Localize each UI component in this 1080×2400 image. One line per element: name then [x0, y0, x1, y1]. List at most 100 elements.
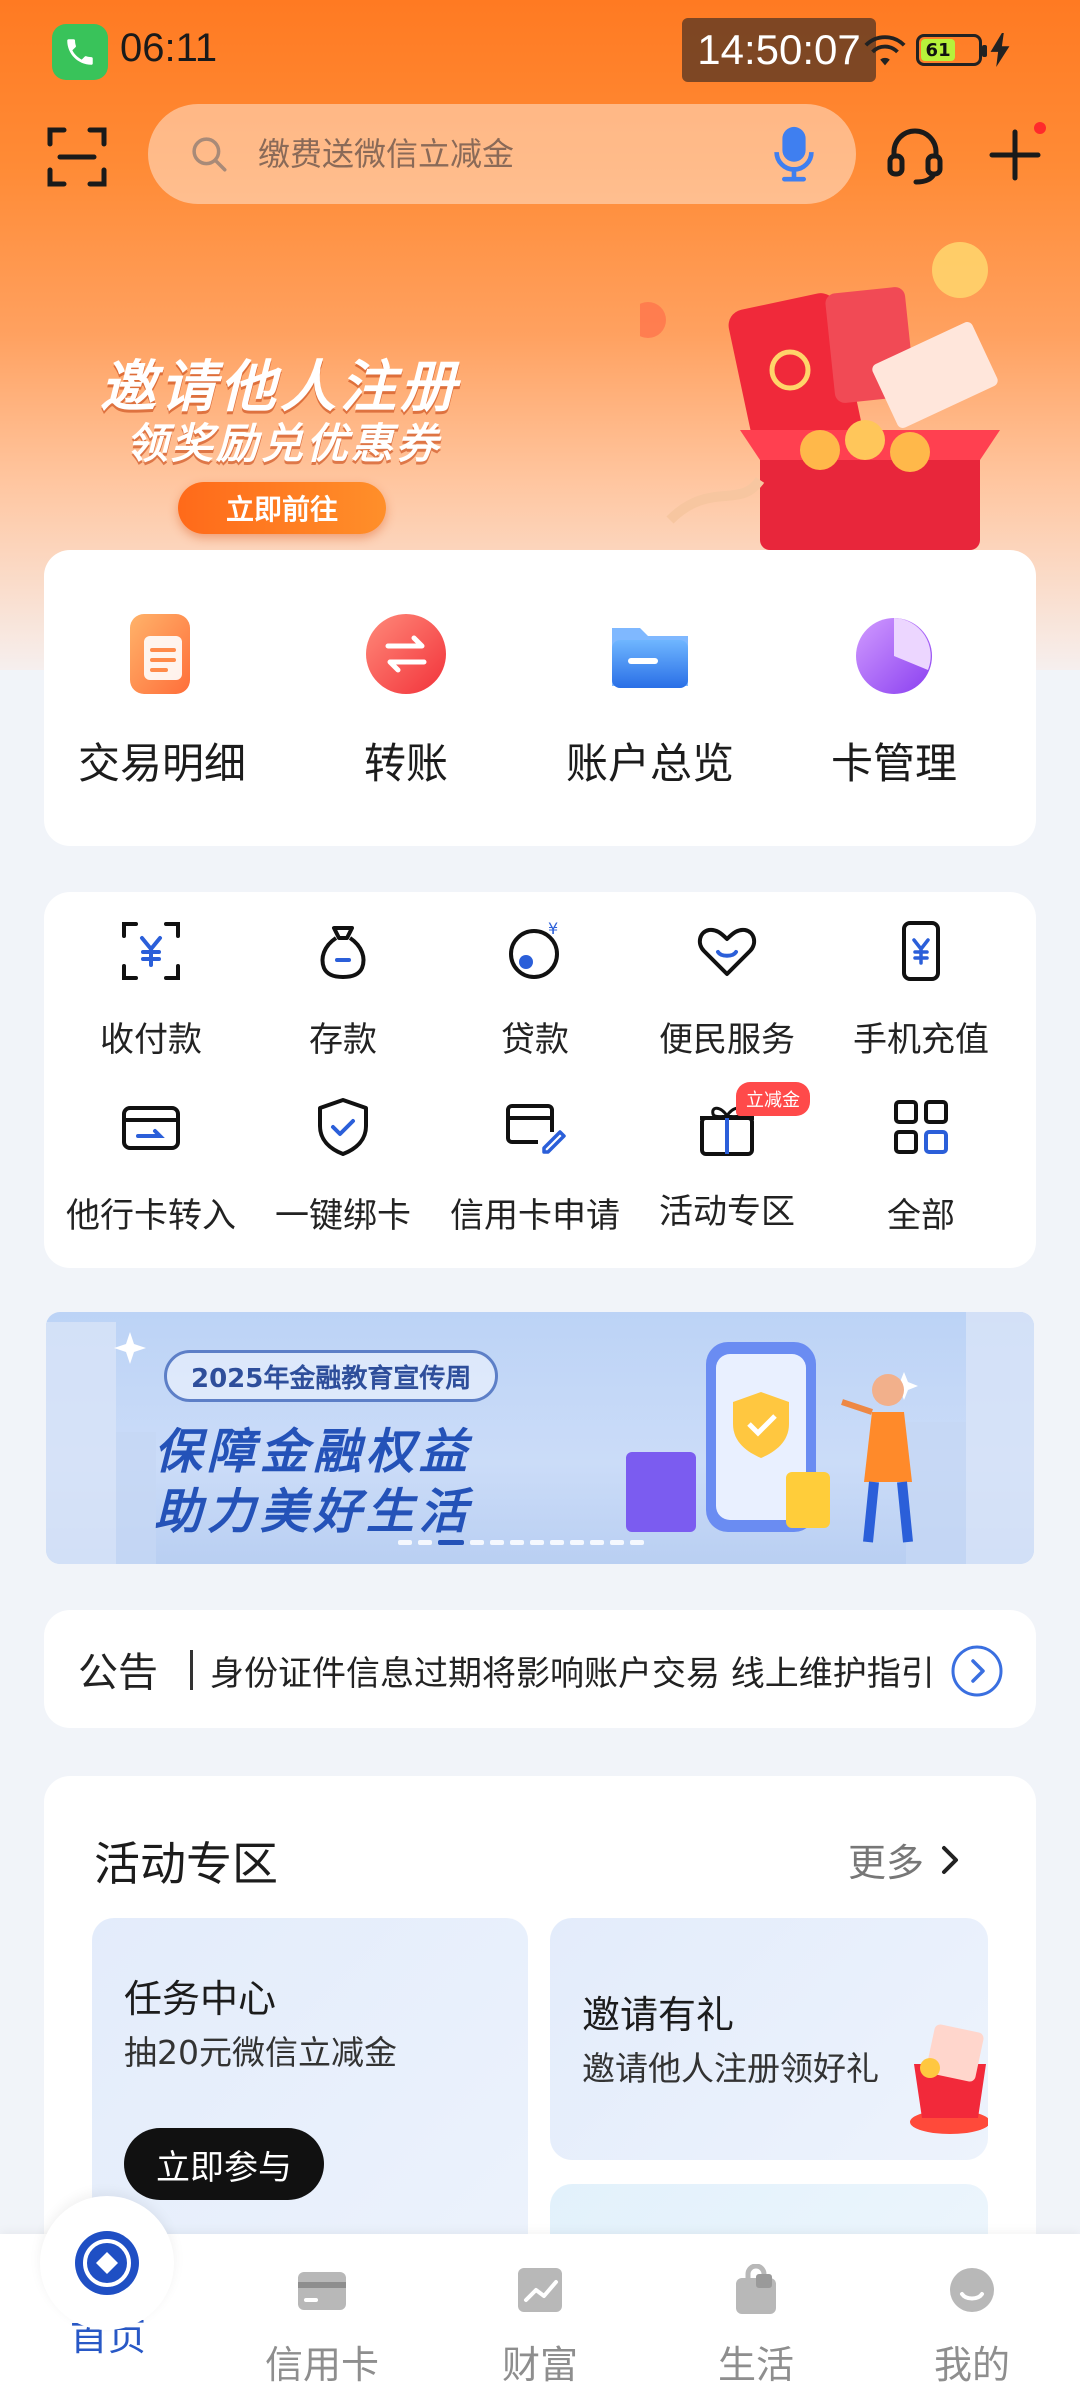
service-label: 贷款 — [501, 1020, 569, 1060]
quick-label: 账户总览 — [565, 739, 734, 788]
service-label: 全部 — [887, 1196, 955, 1236]
card-in-icon — [122, 1106, 180, 1150]
customer-service-icon[interactable] — [882, 122, 948, 188]
service-collect-pay[interactable]: 收付款 — [56, 920, 246, 1061]
tab-credit-card[interactable]: 信用卡 — [252, 2264, 392, 2389]
folder-icon — [612, 628, 688, 688]
tile-subtitle: 抽20元微信立减金 — [124, 2033, 397, 2072]
gift-icon-wrapper: 立减金 — [696, 1082, 810, 1158]
edu-banner[interactable]: 2025年金融教育宣传周 保障金融权益 助力美好生活 — [46, 1312, 1034, 1564]
service-other-bank-in[interactable]: 他行卡转入 — [56, 1096, 246, 1237]
banner-subtitle: 领奖励兑优惠券 — [126, 419, 442, 468]
invite-tile[interactable]: 邀请有礼 邀请他人注册领好礼 — [550, 1918, 988, 2160]
scan-yuan-icon — [122, 922, 180, 980]
service-phone-recharge[interactable]: 手机充值 — [826, 920, 1016, 1061]
scan-icon[interactable] — [46, 126, 108, 188]
call-indicator[interactable] — [52, 24, 108, 80]
tile-title: 任务中心 — [124, 1977, 277, 2021]
quick-label: 卡管理 — [830, 739, 957, 788]
service-label: 手机充值 — [853, 1020, 989, 1060]
search-bar[interactable] — [148, 104, 856, 204]
phone-icon — [67, 39, 93, 65]
service-convenience[interactable]: 便民服务 — [632, 920, 822, 1061]
services-card: 收付款 存款 ¥ 贷款 便民服务 手机充值 他行卡转入 一键绑卡 信用卡申请 立… — [44, 892, 1036, 1268]
transfer-icon — [366, 614, 446, 694]
money-bag-icon — [320, 926, 366, 980]
tab-mine[interactable]: 我的 — [902, 2264, 1042, 2389]
service-label: 信用卡申请 — [450, 1196, 620, 1236]
service-credit-apply[interactable]: 信用卡申请 — [440, 1096, 630, 1237]
activity-badge: 立减金 — [736, 1082, 810, 1116]
status-time: 06:11 — [120, 26, 218, 70]
grid-icon — [894, 1100, 948, 1154]
tab-label: 财富 — [501, 2343, 578, 2387]
promo-banner[interactable]: 邀请他人注册 领奖励兑优惠券 立即前往 — [0, 210, 1080, 550]
quick-actions-card: 交易明细 转账 账户总览 卡管理 — [44, 550, 1036, 846]
service-label: 他行卡转入 — [66, 1196, 236, 1236]
notice-divider — [190, 1650, 193, 1690]
service-label: 便民服务 — [659, 1020, 795, 1060]
notice-bar[interactable]: 公告 身份证件信息过期将影响账户交易 线上维护指引 — [44, 1610, 1036, 1728]
wealth-chart-icon — [518, 2268, 562, 2312]
quick-transactions[interactable]: 交易明细 — [52, 608, 272, 791]
user-face-icon — [950, 2268, 994, 2312]
shopping-bag-icon — [736, 2263, 776, 2314]
clock-overlay: 14:50:07 — [682, 18, 876, 82]
red-envelope-illustration — [910, 2024, 988, 2134]
service-label: 一键绑卡 — [275, 1196, 411, 1236]
charging-icon — [990, 33, 1010, 67]
status-icons: 61 — [862, 28, 1010, 72]
join-now-button[interactable]: 立即参与 — [124, 2128, 324, 2200]
battery-level: 61 — [921, 39, 956, 61]
search-input[interactable] — [258, 124, 772, 184]
carousel-dots — [398, 1540, 644, 1545]
document-icon — [130, 614, 190, 694]
chevron-right-circle-icon[interactable] — [950, 1644, 1004, 1698]
section-title: 活动专区 — [94, 1837, 278, 1891]
more-label: 更多 — [848, 1841, 925, 1885]
tile-subtitle: 邀请他人注册领好礼 — [582, 2049, 879, 2088]
gift-box-illustration — [640, 242, 1000, 550]
battery-indicator: 61 — [916, 34, 987, 66]
search-icon — [192, 137, 227, 172]
tab-life[interactable]: 生活 — [686, 2263, 826, 2389]
chevron-right-icon — [942, 1845, 959, 1874]
heart-icon — [697, 927, 757, 976]
tile-title: 邀请有礼 — [582, 1993, 735, 2037]
service-label: 存款 — [309, 1020, 377, 1060]
notice-text: 身份证件信息过期将影响账户交易 线上维护指引 — [210, 1654, 935, 1694]
pie-icon — [856, 618, 932, 694]
phone-recharge-icon — [902, 921, 940, 981]
add-button[interactable] — [982, 122, 1048, 188]
tab-label: 我的 — [933, 2343, 1010, 2387]
top-bar — [0, 100, 1080, 210]
edu-headline-2: 助力美好生活 — [154, 1484, 473, 1540]
notification-dot — [1034, 122, 1046, 134]
service-deposit[interactable]: 存款 — [248, 920, 438, 1061]
wifi-icon — [864, 35, 906, 66]
status-bar: 06:11 14:50:07 61 — [0, 0, 1080, 100]
credit-card-edit-icon — [506, 1104, 566, 1154]
shield-check-icon — [318, 1098, 368, 1156]
banner-go-button[interactable]: 立即前往 — [178, 482, 386, 534]
loan-icon: ¥ — [509, 919, 559, 979]
credit-card-icon — [298, 2272, 346, 2310]
quick-account-overview[interactable]: 账户总览 — [540, 608, 760, 791]
more-link[interactable]: 更多 — [848, 1832, 960, 1887]
service-bind-card[interactable]: 一键绑卡 — [248, 1096, 438, 1237]
service-label: 收付款 — [100, 1020, 202, 1060]
service-loan[interactable]: ¥ 贷款 — [440, 919, 630, 1061]
service-all[interactable]: 全部 — [826, 1096, 1016, 1237]
quick-transfer[interactable]: 转账 — [296, 608, 516, 791]
tab-label: 信用卡 — [264, 2343, 379, 2387]
tab-wealth[interactable]: 财富 — [470, 2264, 610, 2389]
microphone-icon[interactable] — [772, 125, 816, 183]
notice-label: 公告 — [78, 1650, 158, 1696]
home-tab-bubble[interactable] — [40, 2196, 174, 2330]
quick-label: 交易明细 — [77, 739, 246, 788]
quick-label: 转账 — [363, 739, 448, 788]
tab-label: 生活 — [717, 2343, 794, 2387]
quick-card-management[interactable]: 卡管理 — [784, 608, 1004, 791]
edu-tag: 2025年金融教育宣传周 — [164, 1350, 499, 1402]
service-activity-zone[interactable]: 立减金 活动专区 — [632, 1082, 822, 1233]
